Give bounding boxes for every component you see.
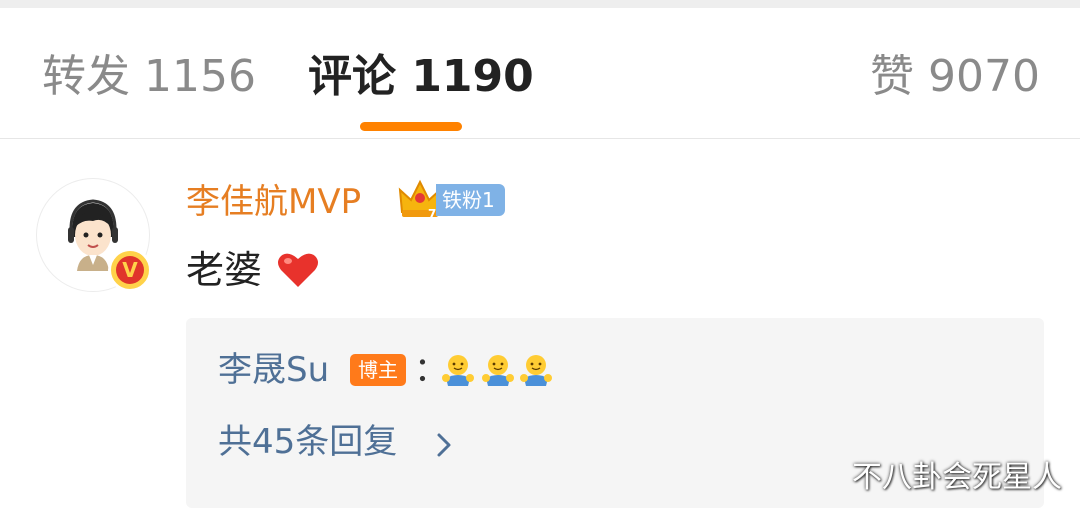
red-heart-icon (278, 253, 318, 287)
hug-emoji-icon (482, 355, 514, 386)
watermark: 不八卦会死星人 (852, 460, 1062, 495)
top-strip (0, 0, 1080, 8)
active-tab-indicator (360, 122, 462, 131)
tab-likes[interactable]: 赞 9070 (870, 52, 1040, 102)
verified-v-icon: V (116, 256, 144, 284)
comment-username[interactable]: 李佳航MVP (186, 180, 361, 224)
comment-text: 老婆 (186, 248, 263, 292)
verified-badge: V (108, 248, 152, 292)
chevron-right-icon[interactable] (436, 432, 452, 458)
hug-emoji-icon (442, 355, 474, 386)
tab-divider (0, 138, 1080, 139)
tab-bar: 转发 1156 评论 1190 赞 9070 (0, 8, 1080, 138)
hug-emoji-icon (520, 355, 552, 386)
tab-comments[interactable]: 评论 1190 (308, 52, 534, 102)
blogger-badge: 博主 (350, 354, 406, 386)
tab-reposts[interactable]: 转发 1156 (42, 52, 256, 102)
view-all-replies-link[interactable]: 共45条回复 (218, 420, 397, 464)
reply-author[interactable]: 李晟Su (218, 348, 329, 392)
fan-badge[interactable]: 铁粉1 (436, 184, 505, 216)
